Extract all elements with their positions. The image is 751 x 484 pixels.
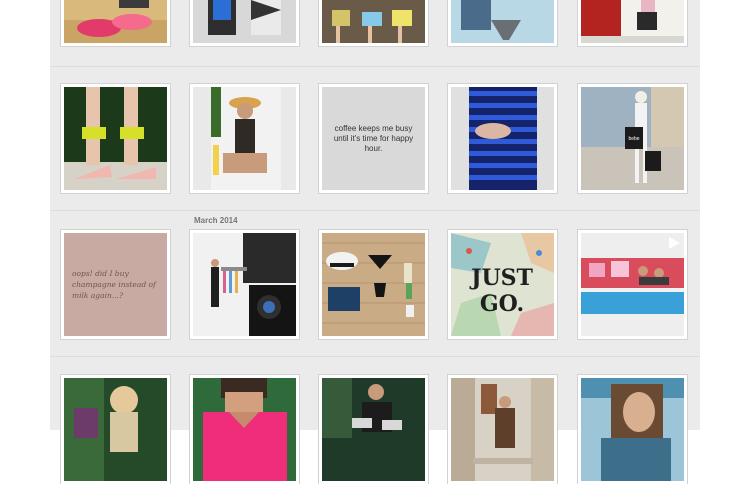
quote-text: coffee keeps me busy until it's time for… bbox=[333, 123, 414, 153]
photo-tile-red-door[interactable] bbox=[578, 0, 687, 46]
row-divider bbox=[50, 356, 700, 357]
photo-tile-yellow-heels[interactable] bbox=[61, 84, 170, 193]
month-section-label: March 2014 bbox=[194, 216, 238, 225]
photo-tile-stripes[interactable] bbox=[448, 84, 557, 193]
poster-text-line-2: GO. bbox=[480, 291, 524, 317]
photo-thumbnail bbox=[322, 0, 425, 43]
photo-tile-wine-glass[interactable] bbox=[448, 0, 557, 46]
photo-thumbnail bbox=[193, 87, 296, 190]
photo-thumbnail bbox=[64, 0, 167, 43]
photo-tile-just-go-map[interactable]: JUST GO. bbox=[448, 230, 557, 339]
row-divider bbox=[50, 210, 700, 211]
play-icon bbox=[667, 236, 681, 250]
photo-thumbnail bbox=[581, 0, 684, 43]
quote-tile-coffee[interactable]: coffee keeps me busy until it's time for… bbox=[319, 84, 428, 193]
photo-tile-beach-flatlay[interactable] bbox=[319, 230, 428, 339]
photo-tile-pink-wedges[interactable] bbox=[61, 0, 170, 46]
photo-tile-photoshoot[interactable] bbox=[190, 230, 299, 339]
photo-feed bbox=[50, 0, 700, 430]
photo-thumbnail bbox=[451, 0, 554, 43]
photo-tile-shopping-bags[interactable]: bebe bbox=[578, 84, 687, 193]
photo-thumbnail bbox=[193, 0, 296, 43]
photo-thumbnail: bebe bbox=[581, 87, 684, 190]
photo-tile-group-legs[interactable] bbox=[319, 0, 428, 46]
quote-tile-champagne[interactable]: oops! did I buy champagne instead of mil… bbox=[61, 230, 170, 339]
photo-tile-swimsuit-hat[interactable] bbox=[190, 84, 299, 193]
video-tile-pool[interactable] bbox=[578, 230, 687, 339]
photo-thumbnail bbox=[193, 233, 296, 336]
quote-text: oops! did I buy champagne instead of mil… bbox=[72, 269, 156, 300]
row-divider bbox=[50, 66, 700, 67]
poster-text-line-1: JUST bbox=[469, 265, 533, 291]
photo-thumbnail bbox=[64, 87, 167, 190]
bag-brand-text: bebe bbox=[628, 136, 639, 142]
quote-card: coffee keeps me busy until it's time for… bbox=[322, 87, 425, 190]
photo-tile-print-dresses[interactable] bbox=[190, 0, 299, 46]
photo-thumbnail bbox=[451, 87, 554, 190]
photo-thumbnail bbox=[322, 233, 425, 336]
quote-card: oops! did I buy champagne instead of mil… bbox=[64, 233, 167, 336]
photo-thumbnail: JUST GO. bbox=[451, 233, 554, 336]
